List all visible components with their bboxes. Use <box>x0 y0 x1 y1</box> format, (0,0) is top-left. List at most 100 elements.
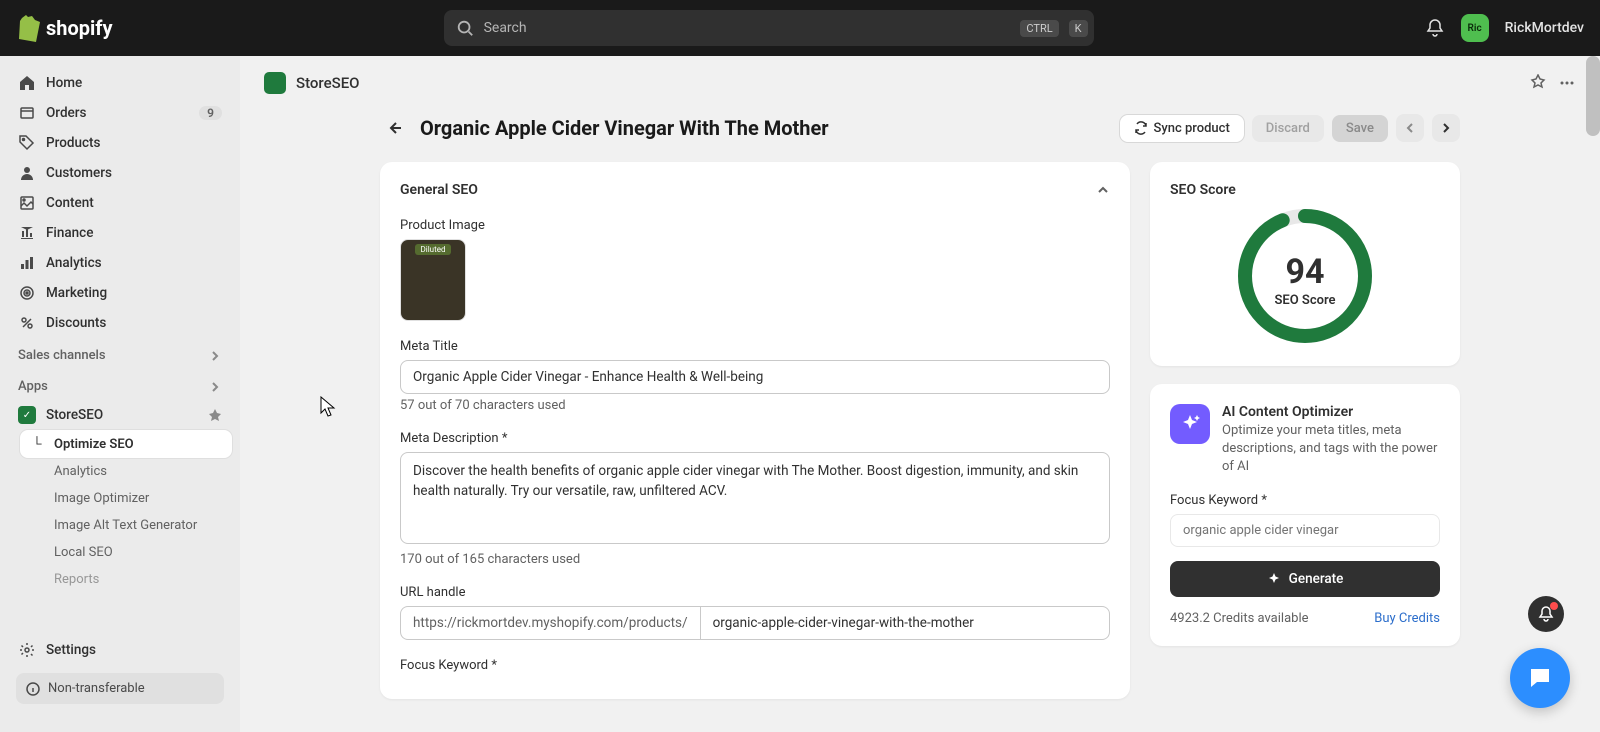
next-button[interactable] <box>1432 114 1460 142</box>
sync-icon <box>1134 121 1148 135</box>
subnav-reports[interactable]: Reports <box>20 566 232 593</box>
customers-icon <box>18 164 36 182</box>
kbd-k: K <box>1069 20 1088 37</box>
notification-bell-icon[interactable] <box>1425 18 1445 38</box>
sales-channels-header[interactable]: Sales channels <box>8 338 232 369</box>
orders-icon <box>18 104 36 122</box>
chevron-left-icon <box>1403 121 1417 135</box>
non-transferable-badge: Non-transferable <box>16 673 224 704</box>
meta-title-helper: 57 out of 70 characters used <box>400 398 1110 413</box>
notification-dot <box>1550 602 1558 610</box>
url-handle-label: URL handle <box>400 585 1110 600</box>
app-storeseo[interactable]: ✓ StoreSEO <box>8 400 232 430</box>
search-container: Search CTRL K <box>129 10 1409 46</box>
nav-home[interactable]: Home <box>8 68 232 98</box>
search-icon <box>456 19 474 37</box>
back-button[interactable] <box>380 114 408 142</box>
search-input[interactable]: Search CTRL K <box>444 10 1094 46</box>
nav-finance[interactable]: Finance <box>8 218 232 248</box>
pin-icon[interactable] <box>208 408 222 422</box>
page-title-row: Organic Apple Cider Vinegar With The Mot… <box>380 114 1460 142</box>
product-image-label: Product Image <box>400 218 1110 233</box>
gear-icon <box>18 641 36 659</box>
meta-description-input[interactable] <box>400 452 1110 544</box>
buy-credits-link[interactable]: Buy Credits <box>1374 611 1440 626</box>
seo-score-value: 94 <box>1285 252 1324 292</box>
floating-notification-button[interactable] <box>1528 596 1564 632</box>
nav-products[interactable]: Products <box>8 128 232 158</box>
nav-settings[interactable]: Settings <box>8 635 232 665</box>
scrollbar[interactable] <box>1586 56 1600 136</box>
nav-content[interactable]: Content <box>8 188 232 218</box>
url-prefix: https://rickmortdev.myshopify.com/produc… <box>400 606 700 640</box>
ai-title: AI Content Optimizer <box>1222 404 1440 420</box>
subnav-image-alt-text[interactable]: Image Alt Text Generator <box>20 512 232 539</box>
analytics-icon <box>18 254 36 272</box>
chevron-right-icon <box>1439 121 1453 135</box>
arrow-left-icon <box>385 119 403 137</box>
topbar: shopify Search CTRL K Ric RickMortdev <box>0 0 1600 56</box>
subnav-analytics[interactable]: Analytics <box>20 458 232 485</box>
nav-customers[interactable]: Customers <box>8 158 232 188</box>
save-button[interactable]: Save <box>1332 115 1388 142</box>
general-seo-title: General SEO <box>400 182 478 198</box>
home-icon <box>18 74 36 92</box>
user-avatar[interactable]: Ric <box>1461 14 1489 42</box>
subnav-image-optimizer[interactable]: Image Optimizer <box>20 485 232 512</box>
content-icon <box>18 194 36 212</box>
brand-text: shopify <box>46 16 113 40</box>
storeseo-header-icon <box>264 72 286 94</box>
chat-icon <box>1527 665 1553 691</box>
focus-keyword-label: Focus Keyword * <box>400 658 1110 673</box>
shopify-logo[interactable]: shopify <box>16 14 113 42</box>
generate-button[interactable]: Generate <box>1170 561 1440 597</box>
product-image-thumbnail[interactable]: Diluted <box>400 239 466 321</box>
nav-analytics[interactable]: Analytics <box>8 248 232 278</box>
chat-button[interactable] <box>1510 648 1570 708</box>
url-handle-input[interactable] <box>700 606 1110 640</box>
product-image-tag: Diluted <box>415 244 452 255</box>
products-icon <box>18 134 36 152</box>
kbd-ctrl: CTRL <box>1020 20 1058 37</box>
main-content: StoreSEO Organic Apple Cider Vinegar Wit… <box>240 56 1600 732</box>
seo-score-card: SEO Score 94 SEO Score <box>1150 162 1460 366</box>
app-subnav: └Optimize SEO Analytics Image Optimizer … <box>8 430 232 593</box>
meta-title-input[interactable] <box>400 360 1110 394</box>
page-title: Organic Apple Cider Vinegar With The Mot… <box>420 116 1108 140</box>
storeseo-app-icon: ✓ <box>18 406 36 424</box>
seo-score-sub: SEO Score <box>1274 293 1335 308</box>
username[interactable]: RickMortdev <box>1505 20 1584 36</box>
app-header-title: StoreSEO <box>296 74 360 92</box>
nav-discounts[interactable]: Discounts <box>8 308 232 338</box>
discard-button[interactable]: Discard <box>1252 115 1324 142</box>
nav-orders[interactable]: Orders9 <box>8 98 232 128</box>
marketing-icon <box>18 284 36 302</box>
tree-line-icon: └ <box>30 436 44 452</box>
sync-product-button[interactable]: Sync product <box>1120 115 1244 142</box>
orders-badge: 9 <box>199 106 222 120</box>
search-placeholder: Search <box>484 20 1011 36</box>
ai-description: Optimize your meta titles, meta descript… <box>1222 422 1440 477</box>
shopify-bag-icon <box>16 14 40 42</box>
apps-header[interactable]: Apps <box>8 369 232 400</box>
meta-description-helper: 170 out of 165 characters used <box>400 552 1110 567</box>
credits-available: 4923.2 Credits available <box>1170 611 1309 626</box>
pin-icon[interactable] <box>1530 74 1546 90</box>
discounts-icon <box>18 314 36 332</box>
more-icon[interactable] <box>1558 74 1576 92</box>
ai-optimizer-card: AI Content Optimizer Optimize your meta … <box>1150 384 1460 646</box>
subnav-optimize-seo[interactable]: └Optimize SEO <box>20 430 232 458</box>
sidebar: Home Orders9 Products Customers Content … <box>0 56 240 732</box>
general-seo-card: General SEO Product Image Diluted Meta T… <box>380 162 1130 699</box>
nav-marketing[interactable]: Marketing <box>8 278 232 308</box>
meta-title-label: Meta Title <box>400 339 1110 354</box>
chevron-up-icon[interactable] <box>1096 183 1110 197</box>
ai-focus-keyword-input[interactable] <box>1170 514 1440 547</box>
ai-focus-keyword-label: Focus Keyword * <box>1170 493 1440 508</box>
subnav-local-seo[interactable]: Local SEO <box>20 539 232 566</box>
prev-button[interactable] <box>1396 114 1424 142</box>
topbar-right: Ric RickMortdev <box>1425 14 1584 42</box>
chevron-right-icon <box>208 380 222 394</box>
seo-score-title: SEO Score <box>1170 182 1236 198</box>
info-icon <box>26 682 40 696</box>
